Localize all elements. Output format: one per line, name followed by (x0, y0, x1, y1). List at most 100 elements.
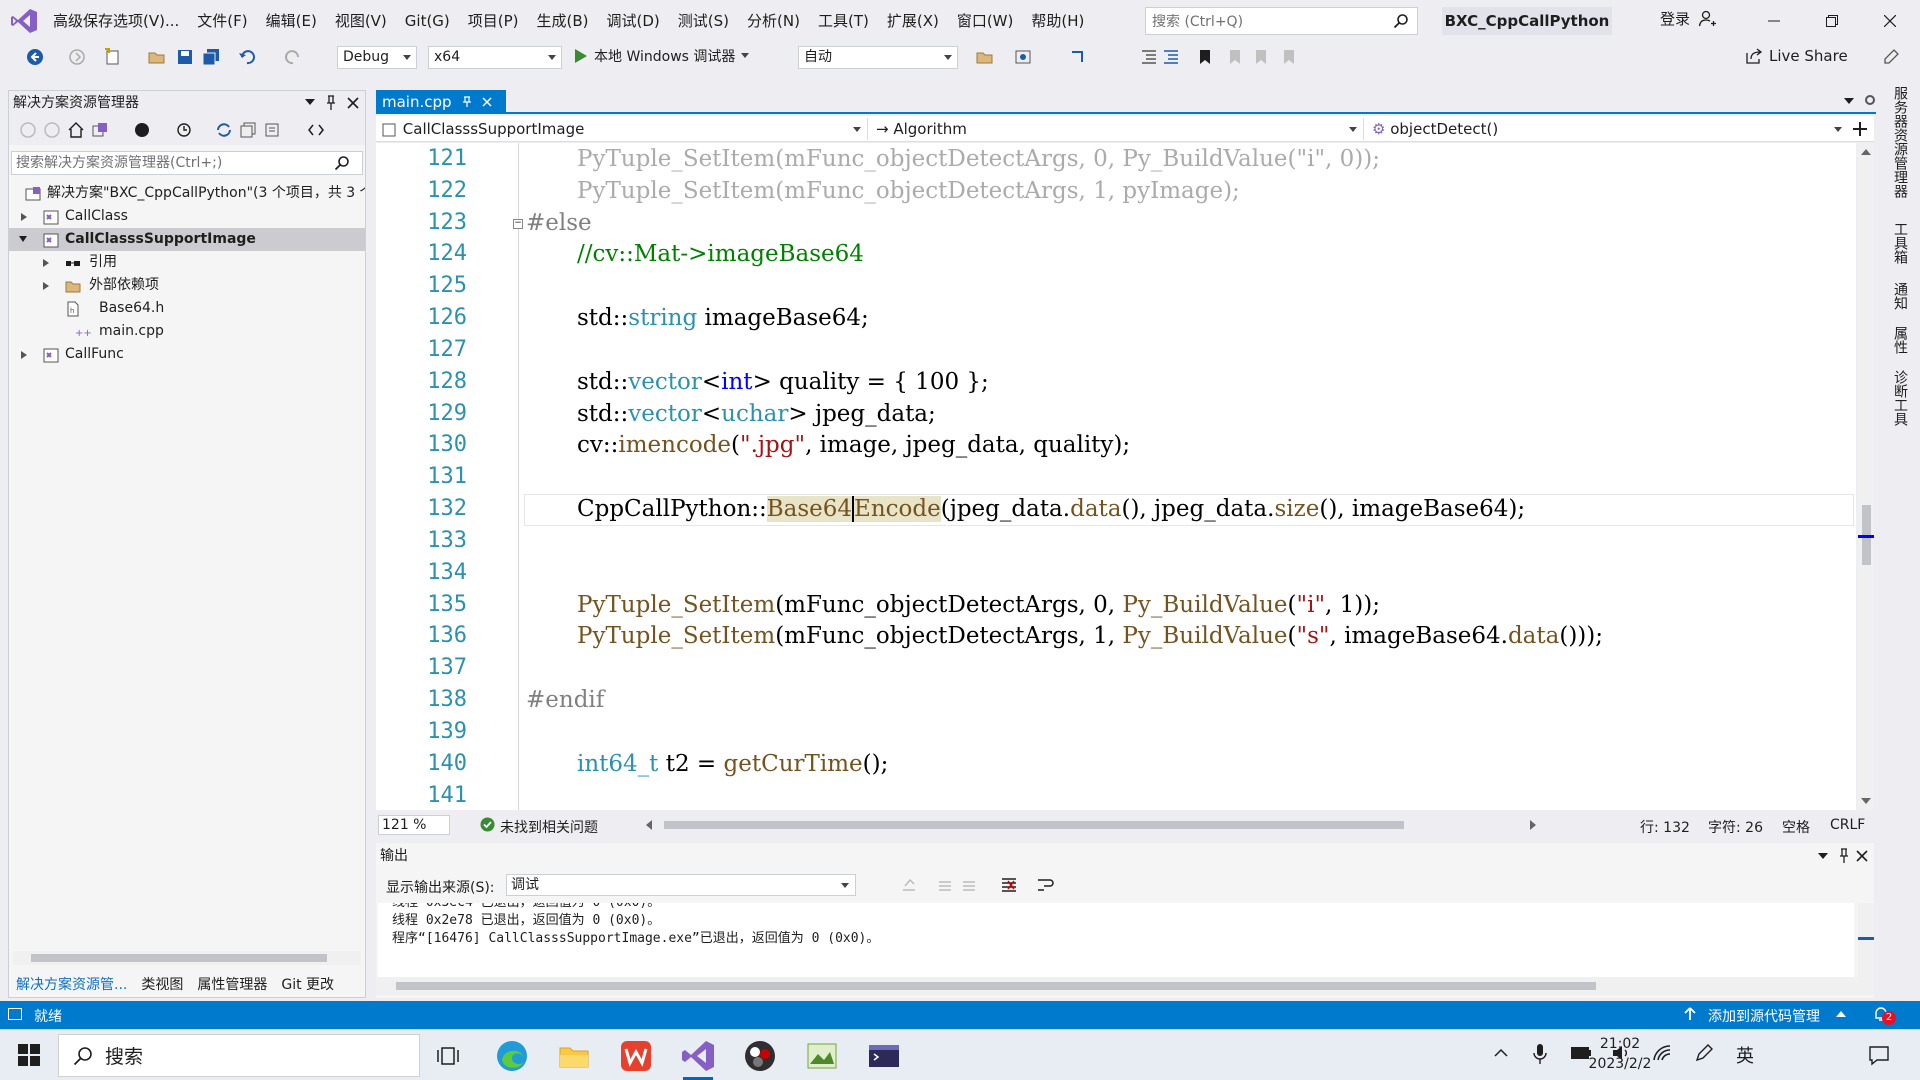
save-icon[interactable] (176, 48, 194, 66)
scroll-left-icon[interactable] (646, 820, 652, 830)
pending-changes-icon[interactable] (133, 121, 151, 139)
chevron-up-icon[interactable] (1836, 1011, 1846, 1017)
tab-notifications[interactable]: 通知 (1888, 282, 1910, 310)
tab-main-cpp[interactable]: main.cpp (376, 90, 506, 114)
chevron-right-icon[interactable] (43, 282, 49, 290)
tree-item-callfunc[interactable]: CallFunc (9, 343, 365, 366)
tree-item-references[interactable]: 引用 (9, 251, 365, 274)
collapse-all-icon[interactable] (239, 121, 257, 139)
task-view-icon[interactable] (432, 1038, 468, 1074)
terminal-app-icon[interactable] (866, 1038, 902, 1074)
step-icon[interactable] (1070, 48, 1088, 66)
settings-icon[interactable] (1864, 94, 1876, 106)
output-horizontal-scrollbar[interactable] (376, 977, 1874, 995)
menu-view[interactable]: 视图(V) (326, 0, 396, 42)
menu-window[interactable]: 窗口(W) (948, 0, 1023, 42)
pen-icon[interactable] (1694, 1043, 1714, 1063)
edge-browser-icon[interactable] (494, 1038, 530, 1074)
indent-mode[interactable]: 空格 (1782, 817, 1810, 837)
menu-project[interactable]: 项目(P) (459, 0, 528, 42)
tab-git-changes[interactable]: Git 更改 (274, 974, 341, 994)
menu-build[interactable]: 生成(B) (528, 0, 598, 42)
visual-studio-taskbar-icon[interactable] (680, 1038, 716, 1074)
obs-app-icon[interactable] (742, 1038, 778, 1074)
find-message-icon[interactable] (900, 876, 918, 894)
word-wrap-icon[interactable] (1036, 876, 1054, 894)
collapse-region-icon[interactable]: − (513, 219, 523, 229)
code-view-icon[interactable] (307, 121, 325, 139)
switch-views-icon[interactable] (91, 121, 109, 139)
prev-bookmark-icon[interactable] (1226, 48, 1244, 66)
auto-select[interactable]: 自动 (798, 46, 958, 69)
outdent-icon[interactable] (1162, 48, 1180, 66)
chevron-right-icon[interactable] (21, 351, 27, 359)
add-to-source-control[interactable]: 添加到源代码管理 (1708, 1006, 1820, 1026)
menu-debug[interactable]: 调试(D) (598, 0, 669, 42)
restore-button[interactable] (1803, 0, 1861, 42)
microphone-icon[interactable] (1533, 1043, 1547, 1065)
tab-property-manager[interactable]: 属性管理器 (190, 974, 274, 994)
new-project-icon[interactable] (104, 48, 122, 66)
menu-test[interactable]: 测试(S) (669, 0, 738, 42)
tab-server-explorer[interactable]: 服务器资源管理器 (1888, 86, 1910, 198)
undo-icon[interactable] (238, 48, 256, 66)
scrollbar-thumb[interactable] (31, 954, 327, 962)
chevron-right-icon[interactable] (43, 259, 49, 267)
live-share-button[interactable]: Live Share (1745, 47, 1848, 65)
input-method-indicator[interactable]: 英 (1736, 1042, 1754, 1068)
wps-office-icon[interactable] (618, 1038, 654, 1074)
forward-icon[interactable] (43, 121, 61, 139)
close-icon[interactable] (347, 97, 359, 109)
class-scope-select[interactable]: → Algorithm (872, 118, 1364, 140)
line-ending[interactable]: CRLF (1830, 817, 1865, 833)
configuration-select[interactable]: Debug (337, 46, 417, 69)
scroll-up-icon[interactable] (1861, 149, 1871, 155)
windows-start-icon[interactable] (18, 1044, 40, 1066)
menu-edit[interactable]: 编辑(E) (257, 0, 326, 42)
tree-item-callclasssupportimage[interactable]: CallClasssSupportImage (9, 228, 365, 251)
project-scope-select[interactable]: CallClasssSupportImage (378, 118, 868, 140)
navigate-forward-icon[interactable] (68, 48, 86, 66)
menu-help[interactable]: 帮助(H) (1022, 0, 1093, 42)
file-explorer-icon[interactable] (556, 1038, 592, 1074)
visual-studio-logo-icon[interactable] (10, 7, 38, 35)
tree-item-external-deps[interactable]: 外部依赖项 (9, 274, 365, 297)
scrollbar-thumb[interactable] (396, 982, 1596, 990)
sign-in-button[interactable]: 登录 (1660, 8, 1717, 29)
scroll-down-icon[interactable] (1861, 798, 1871, 804)
tree-item-base64-h[interactable]: h Base64.h (9, 297, 365, 320)
horizontal-scrollbar[interactable] (13, 951, 361, 965)
scroll-right-icon[interactable] (1530, 820, 1536, 830)
minimize-button[interactable] (1745, 0, 1803, 42)
vertical-scrollbar[interactable] (1858, 143, 1874, 810)
chevron-right-icon[interactable] (21, 213, 27, 221)
next-message-icon[interactable] (960, 876, 978, 894)
bookmark-icon[interactable] (1196, 48, 1214, 66)
close-tab-icon[interactable] (482, 97, 492, 107)
open-file-icon[interactable] (148, 48, 166, 66)
chevron-up-icon[interactable] (1494, 1048, 1508, 1057)
menu-extensions[interactable]: 扩展(X) (878, 0, 948, 42)
pin-icon[interactable] (1838, 848, 1850, 864)
close-window-button[interactable] (1861, 0, 1919, 42)
dropdown-icon[interactable] (305, 99, 315, 105)
issues-status[interactable]: 未找到相关问题 (500, 817, 598, 837)
clear-all-icon[interactable] (1000, 876, 1018, 894)
start-debugging-button[interactable]: 本地 Windows 调试器 (574, 46, 750, 66)
taskbar-search-box[interactable]: 搜索 (58, 1034, 420, 1077)
prev-message-icon[interactable] (936, 876, 954, 894)
zoom-select[interactable]: 121 % (378, 815, 450, 835)
scrollbar-thumb[interactable] (664, 821, 1404, 829)
next-bookmark-icon[interactable] (1252, 48, 1270, 66)
cursor-line[interactable]: 行: 132 (1640, 817, 1690, 837)
output-source-select[interactable]: 调试 (506, 874, 856, 896)
output-vertical-scrollbar[interactable] (1858, 903, 1874, 977)
solution-search-input[interactable]: 搜索解决方案资源管理器(Ctrl+;) (11, 151, 363, 175)
code-editor[interactable]: 121 122 123 124 125 126 127 128 129 130 … (376, 143, 1856, 810)
clear-bookmarks-icon[interactable] (1280, 48, 1298, 66)
dropdown-icon[interactable] (1818, 853, 1828, 859)
search-input[interactable]: 搜索 (Ctrl+Q) (1145, 7, 1418, 35)
image-editor-app-icon[interactable] (804, 1038, 840, 1074)
show-all-files-icon[interactable] (263, 121, 281, 139)
platform-select[interactable]: x64 (428, 46, 562, 69)
